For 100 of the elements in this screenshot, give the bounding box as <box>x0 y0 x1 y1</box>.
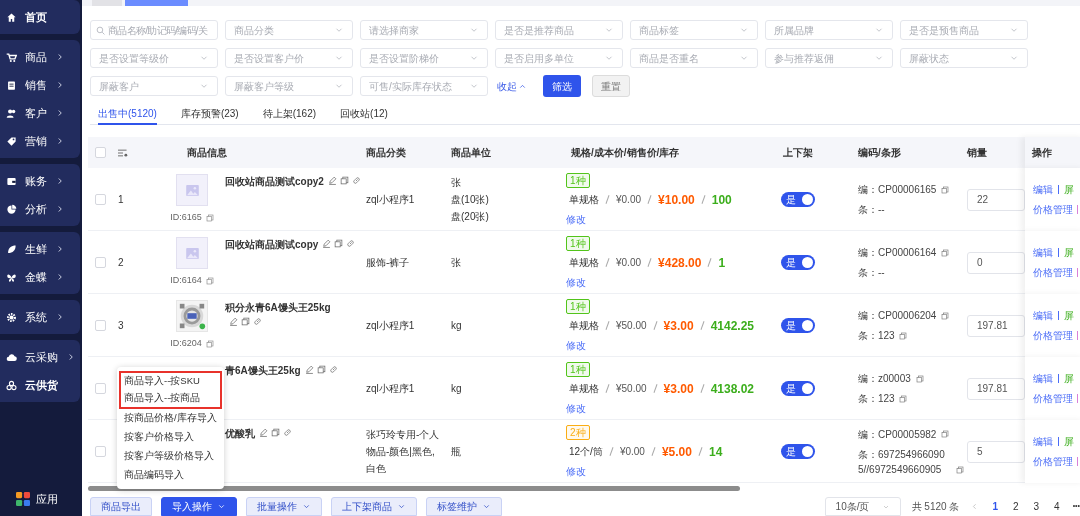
menu-item[interactable]: 商品编码导入 <box>119 466 222 485</box>
action-button[interactable]: 批量操作 <box>246 497 322 516</box>
toggle-switch[interactable]: 是 <box>781 255 815 270</box>
modify-link[interactable]: 修改 <box>566 211 586 227</box>
copy-icon[interactable] <box>271 428 280 437</box>
block-link[interactable]: 屏 <box>1064 308 1074 323</box>
checkbox[interactable] <box>95 257 106 268</box>
menu-item[interactable]: 销售 <box>0 71 80 99</box>
edit-link[interactable]: 编辑 <box>1033 245 1053 260</box>
page-size-select[interactable]: 10条/页 <box>824 497 901 516</box>
app-launcher[interactable]: 应用 <box>0 490 82 508</box>
page-number[interactable]: 1 <box>990 499 1000 514</box>
menu-item[interactable]: 金蝶 <box>0 263 80 291</box>
page-number[interactable]: 2 <box>1010 499 1021 514</box>
spec-text: 单规格 <box>569 256 599 270</box>
tab[interactable]: 回收站(12) <box>340 106 388 125</box>
action-button[interactable]: 商品导出 <box>90 497 152 516</box>
page-number[interactable]: 3 <box>1031 499 1042 514</box>
modify-link[interactable]: 修改 <box>566 400 586 416</box>
pencil-icon[interactable] <box>229 317 238 326</box>
menu-item[interactable]: 首页 <box>0 3 80 31</box>
price-manage-link[interactable]: 价格管理 <box>1033 265 1073 280</box>
page-number[interactable]: 4 <box>1052 499 1062 514</box>
copy-icon[interactable] <box>316 365 326 374</box>
menu-item[interactable]: 商品 <box>0 43 80 71</box>
link-icon[interactable] <box>283 428 292 437</box>
link-icon[interactable] <box>346 239 356 248</box>
checkbox[interactable] <box>95 194 106 205</box>
link-icon[interactable] <box>351 176 361 185</box>
price-manage-link[interactable]: 价格管理 <box>1033 391 1073 406</box>
modify-link[interactable]: 修改 <box>566 337 586 353</box>
copy-icon[interactable] <box>241 317 250 326</box>
column-settings-icon[interactable] <box>117 147 129 158</box>
pencil-icon[interactable] <box>327 176 337 185</box>
action-button[interactable]: 导入操作 <box>161 497 237 516</box>
edit-link[interactable]: 编辑 <box>1033 434 1053 449</box>
menu-item[interactable]: 账务 <box>0 167 80 195</box>
toggle-switch[interactable]: 是 <box>781 381 815 396</box>
tab[interactable]: 库存预警(23) <box>180 106 239 125</box>
block-link[interactable]: 屏 <box>1064 245 1074 260</box>
copy-icon[interactable] <box>339 176 349 185</box>
collapse-link[interactable]: 收起 <box>497 78 527 94</box>
pencil-icon[interactable] <box>259 428 268 437</box>
tab[interactable]: 出售中(5120) <box>98 106 157 125</box>
menu-item[interactable]: 按客户等级价格导入 <box>119 447 222 466</box>
action-button[interactable]: 上下架商品 <box>331 497 417 516</box>
column-header: 销量 <box>967 147 987 158</box>
action-button[interactable]: 标签维护 <box>426 497 502 516</box>
menu-item[interactable]: 云供货 <box>0 371 80 399</box>
edit-link[interactable]: 编辑 <box>1033 371 1053 386</box>
modify-link[interactable]: 修改 <box>566 274 586 290</box>
tab[interactable]: 待上架(162) <box>262 106 317 125</box>
copy-icon[interactable] <box>956 465 964 474</box>
menu-item[interactable]: 商品导入--按SKU <box>119 371 222 390</box>
copy-icon[interactable] <box>205 213 214 222</box>
pencil-icon[interactable] <box>304 365 314 374</box>
caret-icon <box>397 502 406 511</box>
toggle-switch[interactable]: 是 <box>781 444 815 459</box>
copy-icon[interactable] <box>941 248 950 257</box>
menu-item[interactable]: 生鲜 <box>0 235 80 263</box>
block-link[interactable]: 屏 <box>1064 371 1074 386</box>
filter-button[interactable]: 筛选 <box>543 75 581 97</box>
price-manage-link[interactable]: 价格管理 <box>1033 202 1073 217</box>
copy-icon[interactable] <box>205 276 214 285</box>
menu-item[interactable]: 营销 <box>0 127 80 155</box>
checkbox[interactable] <box>95 147 106 158</box>
block-link[interactable]: 屏 <box>1064 434 1074 449</box>
link-icon[interactable] <box>328 365 338 374</box>
menu-item[interactable]: 商品导入--按商品 <box>119 390 222 409</box>
scrollbar[interactable] <box>88 486 740 491</box>
copy-icon[interactable] <box>898 332 907 340</box>
link-icon[interactable] <box>253 317 262 326</box>
edit-link[interactable]: 编辑 <box>1033 308 1053 323</box>
menu-item[interactable]: 分析 <box>0 195 80 223</box>
unit-text: 张 <box>451 256 462 270</box>
toggle-switch[interactable]: 是 <box>781 318 815 333</box>
copy-icon[interactable] <box>941 311 950 320</box>
pencil-icon[interactable] <box>322 239 332 248</box>
copy-icon[interactable] <box>334 239 344 248</box>
menu-item[interactable]: 按商品价格/库存导入 <box>119 409 222 428</box>
menu-item[interactable]: 云采购 <box>0 343 80 371</box>
toggle-switch[interactable]: 是 <box>781 192 815 207</box>
edit-link[interactable]: 编辑 <box>1033 182 1053 197</box>
checkbox[interactable] <box>95 320 106 331</box>
block-link[interactable]: 屏 <box>1064 182 1074 197</box>
copy-icon[interactable] <box>941 185 950 194</box>
menu-item[interactable]: 按客户价格导入 <box>119 428 222 447</box>
menu-item[interactable]: 系统 <box>0 303 80 331</box>
reset-button[interactable]: 重置 <box>592 75 630 97</box>
copy-icon[interactable] <box>898 395 907 403</box>
modify-link[interactable]: 修改 <box>566 463 586 479</box>
price-manage-link[interactable]: 价格管理 <box>1033 454 1073 469</box>
checkbox[interactable] <box>95 383 106 394</box>
menu-item[interactable]: 客户 <box>0 99 80 127</box>
checkbox[interactable] <box>95 446 106 457</box>
copy-icon[interactable] <box>941 430 950 438</box>
copy-icon[interactable] <box>915 374 924 383</box>
price-manage-link[interactable]: 价格管理 <box>1033 328 1073 343</box>
copy-icon[interactable] <box>205 339 214 348</box>
row-number: 1 <box>118 194 124 205</box>
